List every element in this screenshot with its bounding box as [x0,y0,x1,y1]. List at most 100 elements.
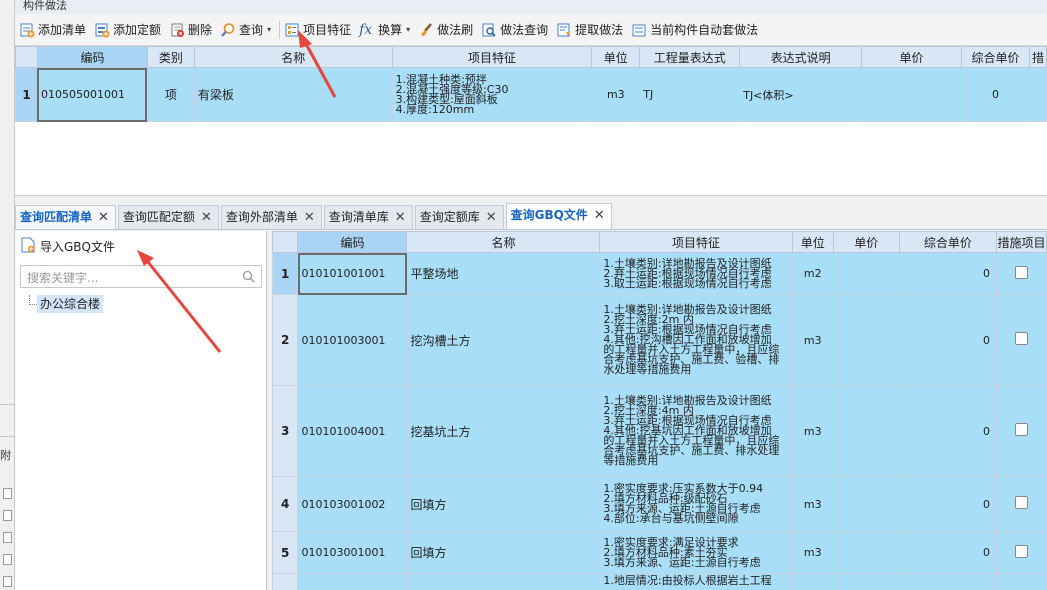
strip-checkbox[interactable] [3,532,12,543]
code-cell[interactable]: 010101003001 [297,294,408,386]
unit-cell[interactable]: m3 [791,385,834,477]
project-feature-button[interactable]: 项目特征 [282,18,357,42]
code-cell[interactable]: 010101001001 [297,252,408,295]
import-gbq-button[interactable]: 导入GBQ文件 [21,237,115,255]
column-header-expr-desc[interactable]: 表达式说明 [739,46,863,68]
table-row[interactable]: 1 010101001001 平整场地 1.土壤类别:详地勘报告及设计图纸 2.… [272,252,1047,295]
code-cell[interactable]: 010505001001 [36,67,148,122]
measure-checkbox[interactable] [1015,332,1028,345]
price-cell[interactable] [832,252,900,295]
features-cell[interactable]: 1.混凝土种类:预拌 2.混凝土强度等级:C30 3.构建类型:屋面斜板 4.厚… [391,67,593,122]
strip-checkbox[interactable] [3,488,12,499]
unit-cell[interactable] [791,573,834,590]
price-cell[interactable] [832,573,900,590]
comp-price-cell[interactable]: 0 [898,476,998,532]
measure-cell[interactable] [996,573,1047,590]
unit-cell[interactable]: m3 [591,67,641,122]
add-quota-button[interactable]: 添加定额 [92,18,167,42]
name-cell[interactable]: 平整场地 [406,252,601,295]
add-list-button[interactable]: 添加清单 [17,18,92,42]
name-cell[interactable]: 回填方 [406,476,601,532]
convert-button[interactable]: fx 换算 ▾ [357,18,416,42]
comp-price-cell[interactable] [898,573,998,590]
table-row[interactable]: 3 010101004001 挖基坑土方 1.土壤类别:详地勘报告及设计图纸 2… [272,385,1047,477]
chevron-down-icon[interactable]: ▾ [267,25,271,34]
delete-button[interactable]: 删除 [167,18,218,42]
close-icon[interactable]: ✕ [98,210,109,225]
table-row[interactable]: 5 010103001001 回填方 1.密实度要求:满足设计要求 2.填方材料… [272,531,1047,574]
name-cell[interactable]: 挖沟槽土方 [406,294,601,386]
price-cell[interactable] [832,531,900,574]
name-cell[interactable]: 挖基坑土方 [406,385,601,477]
column-header-code[interactable]: 编码 [297,231,408,253]
name-cell[interactable]: 有梁板 [193,67,393,122]
column-header-price[interactable]: 单价 [832,231,900,253]
unit-cell[interactable]: m2 [791,252,834,295]
column-header-type[interactable]: 类别 [146,46,195,68]
close-icon[interactable]: ✕ [395,210,406,225]
search-icon[interactable] [242,270,255,286]
column-header-comp-price[interactable]: 综合单价 [898,231,998,253]
extract-method-button[interactable]: 提取做法 [554,18,629,42]
close-icon[interactable]: ✕ [201,210,212,225]
features-cell[interactable]: 1.地层情况:由投标人根据岩土工程 [599,573,793,590]
tab-match-list[interactable]: 查询匹配清单 ✕ [15,205,116,229]
table-row[interactable]: 2 010101003001 挖沟槽土方 1.土壤类别:详地勘报告及设计图纸 2… [272,294,1047,386]
table-row[interactable]: 1 010505001001 项 有梁板 1.混凝土种类:预拌 2.混凝土强度等… [15,67,1047,122]
column-header-measure[interactable]: 措 [1028,46,1047,68]
strip-checkbox[interactable] [3,510,12,521]
strip-checkbox[interactable] [3,576,12,587]
column-header-unit[interactable]: 单位 [591,46,641,68]
column-header-features[interactable]: 项目特征 [599,231,793,253]
comp-price-cell[interactable]: 0 [898,385,998,477]
strip-checkbox[interactable] [3,554,12,565]
chevron-down-icon[interactable]: ▾ [406,25,410,34]
column-header-measure[interactable]: 措施项目 [996,231,1047,253]
column-header-expr[interactable]: 工程量表达式 [639,46,741,68]
unit-cell[interactable]: m3 [791,531,834,574]
comp-price-cell[interactable]: 0 [898,294,998,386]
comp-price-cell[interactable]: 0 [898,252,998,295]
features-cell[interactable]: 1.土壤类别:详地勘报告及设计图纸 2.挖土深度:2m 内 3.弃土运距:根据现… [599,294,793,386]
features-cell[interactable]: 1.密实度要求:压实系数大于0.94 2.填方材料品种:级配砂石 3.填方来源、… [599,476,793,532]
features-cell[interactable]: 1.密实度要求:满足设计要求 2.填方材料品种:素土夯实 3.填方来源、运距:土… [599,531,793,574]
unit-cell[interactable]: m3 [791,294,834,386]
measure-checkbox[interactable] [1015,423,1028,436]
unit-cell[interactable]: m3 [791,476,834,532]
features-cell[interactable]: 1.土壤类别:详地勘报告及设计图纸 2.弃土运距:根据现场情况自行考虑 3.取土… [599,252,793,295]
auto-apply-method-button[interactable]: 当前构件自动套做法 [629,18,764,42]
measure-cell[interactable] [996,252,1047,295]
type-cell[interactable]: 项 [146,67,195,122]
measure-checkbox[interactable] [1015,265,1028,279]
code-cell[interactable] [297,573,408,590]
name-cell[interactable] [406,573,601,590]
expr-cell[interactable]: TJ [639,67,741,122]
code-cell[interactable]: 010103001002 [297,476,408,532]
tab-external-list[interactable]: 查询外部清单 ✕ [220,205,322,229]
measure-cell[interactable] [996,531,1047,574]
table-row[interactable]: 4 010103001002 回填方 1.密实度要求:压实系数大于0.94 2.… [272,476,1047,532]
measure-checkbox[interactable] [1015,496,1028,509]
price-cell[interactable] [832,294,900,386]
name-cell[interactable]: 回填方 [406,531,601,574]
search-input[interactable]: 搜索关键字... [20,265,262,288]
column-header-name[interactable]: 名称 [193,46,393,68]
tree-item-project[interactable]: 办公综合楼 [37,295,104,313]
measure-cell[interactable] [996,476,1047,532]
tab-match-quota[interactable]: 查询匹配定额 ✕ [117,205,219,229]
measure-cell[interactable] [996,385,1047,477]
tab-quota-library[interactable]: 查询定额库 ✕ [414,205,504,229]
column-header-name[interactable]: 名称 [406,231,601,253]
method-brush-button[interactable]: 做法刷 [416,18,479,42]
close-icon[interactable]: ✕ [304,210,315,225]
code-cell[interactable]: 010103001001 [297,531,408,574]
price-cell[interactable] [832,385,900,477]
method-query-button[interactable]: 做法查询 [479,18,554,42]
measure-cell[interactable] [1028,67,1047,122]
query-button[interactable]: 查询 ▾ [218,18,277,42]
price-cell[interactable] [861,67,962,122]
price-cell[interactable] [832,476,900,532]
comp-price-cell[interactable]: 0 [898,531,998,574]
measure-checkbox[interactable] [1015,544,1028,558]
column-header-unit[interactable]: 单位 [791,231,834,253]
